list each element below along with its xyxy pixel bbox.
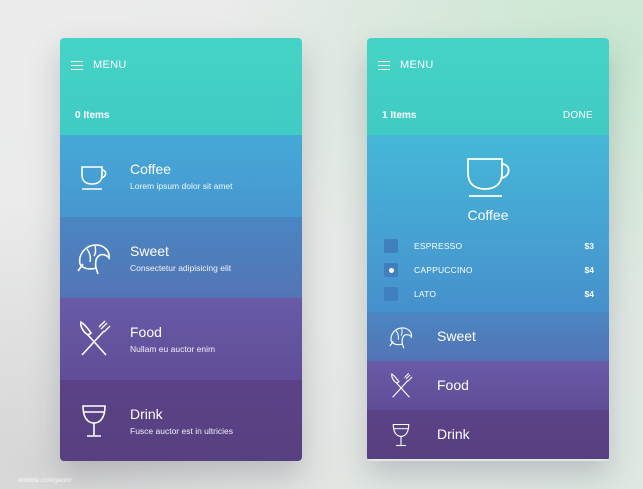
option-price: $4 xyxy=(584,289,594,299)
category-sweet[interactable]: Sweet xyxy=(367,312,609,361)
credit-text: dribbble.com/gaishir xyxy=(18,478,72,484)
option-cappuccino[interactable]: CAPPUCCINO $4 xyxy=(384,263,594,277)
header: MENU 0 Items xyxy=(60,38,302,135)
checkbox-checked[interactable] xyxy=(384,263,398,277)
category-subtitle: Lorem ipsum dolor sit amet xyxy=(130,181,233,191)
menu-label: MENU xyxy=(93,59,127,71)
category-subtitle: Consectetur adipisicing elit xyxy=(130,262,232,273)
category-title: Coffee xyxy=(130,161,171,177)
hamburger-icon[interactable] xyxy=(378,60,390,71)
category-drink[interactable]: Drink xyxy=(367,410,609,459)
option-name: ESPRESSO xyxy=(414,241,463,251)
menu-screen-collapsed: MENU 0 Items Coffee Lorem ipsum dolor si… xyxy=(60,38,302,461)
category-coffee[interactable]: Coffee Lorem ipsum dolor sit amet xyxy=(60,135,302,217)
coffee-cup-icon xyxy=(467,158,510,197)
hamburger-icon[interactable] xyxy=(71,60,83,71)
items-count: 1 Items xyxy=(382,110,417,121)
category-title: Sweet xyxy=(130,242,169,259)
category-title: Drink xyxy=(437,426,470,442)
menu-screen-expanded: MENU 1 Items DONE Coffee ESPRESSO $3 CAP… xyxy=(367,38,609,461)
fork-knife-icon xyxy=(387,372,415,400)
category-coffee-expanded: Coffee ESPRESSO $3 CAPPUCCINO $4 LATO $4 xyxy=(367,135,609,312)
menu-toggle[interactable]: MENU xyxy=(71,59,127,71)
checkbox[interactable] xyxy=(384,239,398,253)
option-price: $3 xyxy=(584,241,594,251)
option-espresso[interactable]: ESPRESSO $3 xyxy=(384,239,594,253)
category-food[interactable]: Food Nullam eu auctor enim xyxy=(60,298,302,380)
option-name: LATO xyxy=(414,289,437,299)
wine-glass-icon xyxy=(387,421,415,449)
option-price: $4 xyxy=(584,265,594,275)
option-lato[interactable]: LATO $4 xyxy=(384,287,594,301)
menu-label: MENU xyxy=(400,59,434,71)
category-drink[interactable]: Drink Fusce auctor est in ultricies xyxy=(60,379,302,461)
category-title: Drink xyxy=(130,405,163,422)
category-subtitle: Nullam eu auctor enim xyxy=(130,344,216,354)
category-title: Food xyxy=(130,324,162,340)
category-food[interactable]: Food xyxy=(367,361,609,410)
done-button[interactable]: DONE xyxy=(563,110,593,121)
checkbox[interactable] xyxy=(384,287,398,301)
fork-knife-icon xyxy=(74,319,114,359)
category-title: Sweet xyxy=(437,328,476,344)
items-count: 0 Items xyxy=(75,110,110,121)
wine-glass-icon xyxy=(74,401,114,441)
coffee-cup-icon xyxy=(74,156,114,196)
category-subtitle: Fusce auctor est in ultricies xyxy=(130,425,233,436)
header: MENU 1 Items DONE xyxy=(367,38,609,135)
category-title: Food xyxy=(437,377,469,393)
menu-toggle[interactable]: MENU xyxy=(378,59,434,71)
option-name: CAPPUCCINO xyxy=(414,265,473,275)
category-title: Coffee xyxy=(467,207,509,223)
category-sweet[interactable]: Sweet Consectetur adipisicing elit xyxy=(60,216,302,298)
croissant-icon xyxy=(74,238,114,278)
croissant-icon xyxy=(387,323,415,351)
